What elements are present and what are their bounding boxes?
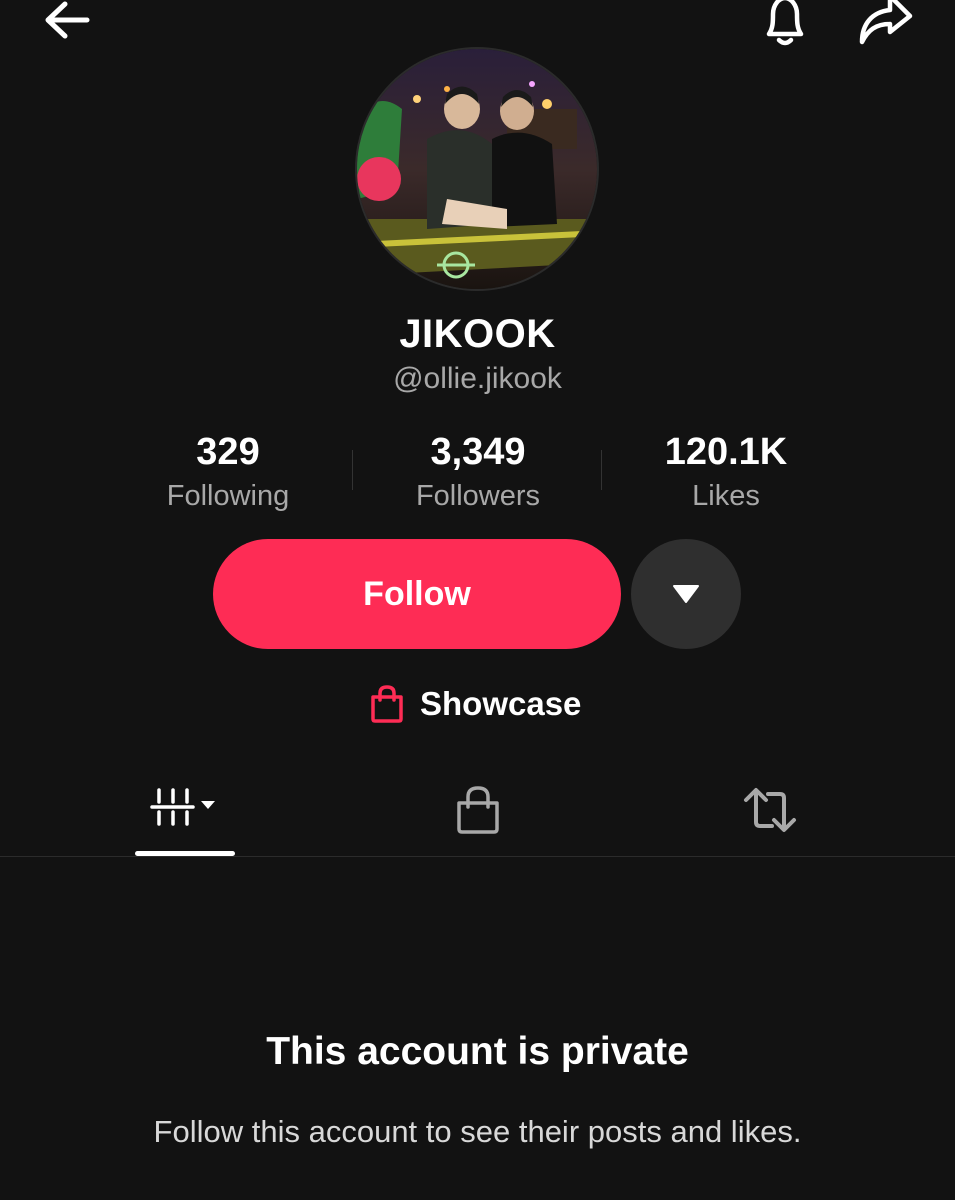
share-icon[interactable] (850, 0, 920, 50)
profile-page: JIKOOK @ollie.jikook 329 Following 3,349… (0, 0, 955, 1200)
followers-label: Followers (415, 480, 541, 512)
tab-shop[interactable] (428, 770, 528, 850)
likes-count: 120.1K (664, 431, 788, 473)
tabs-divider (0, 856, 955, 857)
showcase-label: Showcase (420, 685, 582, 722)
suggested-accounts-button[interactable] (631, 539, 741, 649)
following-count: 329 (196, 431, 260, 473)
stat-following[interactable]: 329 Following (103, 428, 353, 516)
shopping-bag-icon (457, 786, 499, 834)
bell-icon[interactable] (752, 0, 818, 50)
following-label: Following (166, 480, 290, 512)
showcase-link[interactable]: Showcase (368, 680, 581, 728)
repost-icon (744, 788, 796, 832)
caret-down-icon (673, 585, 699, 603)
stat-followers[interactable]: 3,349 Followers (353, 428, 603, 516)
tab-videos[interactable] (135, 770, 235, 850)
private-account-description: Follow this account to see their posts a… (153, 1114, 802, 1149)
display-name: JIKOOK (399, 312, 556, 356)
username-handle: @ollie.jikook (393, 362, 562, 395)
avatar[interactable] (357, 49, 597, 289)
shopping-bag-icon (371, 685, 403, 723)
videos-grid-icon (150, 788, 215, 826)
tab-reposts[interactable] (720, 770, 820, 850)
likes-label: Likes (692, 480, 760, 512)
back-arrow-icon[interactable] (30, 0, 100, 44)
stat-likes[interactable]: 120.1K Likes (601, 428, 851, 516)
followers-count: 3,349 (430, 431, 526, 473)
follow-button[interactable]: Follow (213, 539, 621, 649)
private-account-title: This account is private (266, 1030, 689, 1073)
